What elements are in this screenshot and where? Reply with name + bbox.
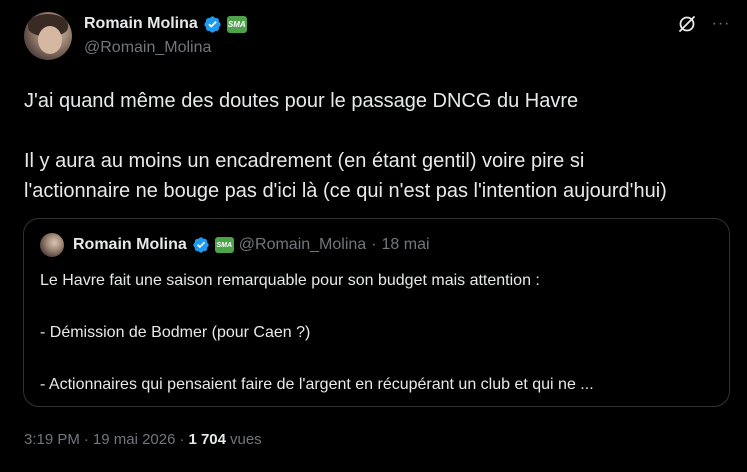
quoted-tweet-date: 18 mai (381, 236, 430, 253)
quoted-tweet-header: Romain Molina SMA @Romain_Molina · 18 ma… (40, 233, 430, 257)
author-handle[interactable]: @Romain_Molina (84, 39, 211, 57)
quoted-author-handle: @Romain_Molina (238, 236, 367, 253)
tweet: Romain Molina SMA @Romain_Molina ··· J'a… (0, 0, 747, 472)
separator-dot: · (371, 236, 377, 253)
tweet-line: J'ai quand même des doutes pour le passa… (24, 90, 579, 112)
affiliate-badge-icon: SMA (214, 237, 234, 253)
verified-badge-icon (193, 237, 209, 253)
quoted-author-avatar (40, 233, 64, 257)
quoted-author-display-name: Romain Molina (73, 236, 187, 253)
affiliate-badge-icon[interactable]: SMA (226, 15, 247, 33)
grok-icon[interactable] (677, 14, 697, 34)
tweet-line: Il y aura au moins un encadrement (en ét… (24, 150, 585, 172)
author-display-name[interactable]: Romain Molina (84, 15, 198, 33)
views-label: vues (229, 431, 262, 448)
tweet-date[interactable]: 19 mai 2026 (93, 431, 176, 448)
tweet-time[interactable]: 3:19 PM (24, 431, 80, 448)
quoted-tweet-line: - Démission de Bodmer (pour Caen ?) (40, 324, 311, 341)
tweet-meta: 3:19 PM · 19 mai 2026 · 1 704 vues (24, 431, 262, 448)
views-count: 1 704 (188, 431, 226, 448)
header-actions: ··· (677, 14, 731, 34)
author-name-row: Romain Molina SMA (84, 14, 247, 34)
quoted-tweet-text: Le Havre fait une saison remarquable pou… (40, 271, 720, 395)
separator-dot: · (83, 431, 89, 448)
more-icon[interactable]: ··· (711, 14, 731, 34)
quoted-tweet-line: Le Havre fait une saison remarquable pou… (40, 272, 540, 289)
separator-dot: · (179, 431, 185, 448)
tweet-text: J'ai quand même des doutes pour le passa… (24, 86, 739, 206)
tweet-line: l'actionnaire ne bouge pas d'ici là (ce … (24, 180, 667, 202)
author-avatar[interactable] (24, 12, 72, 60)
quoted-tweet-line: - Actionnaires qui pensaient faire de l'… (40, 376, 594, 393)
verified-badge-icon[interactable] (203, 15, 222, 34)
quoted-tweet-card[interactable]: Romain Molina SMA @Romain_Molina · 18 ma… (23, 218, 730, 407)
